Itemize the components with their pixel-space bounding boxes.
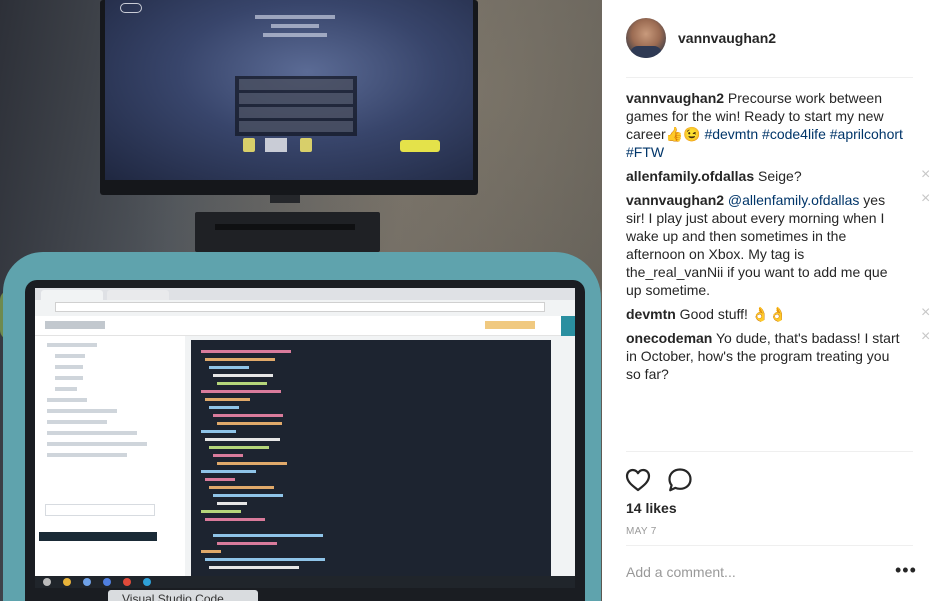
laptop-bezel bbox=[25, 280, 585, 601]
ellipsis-icon[interactable]: ••• bbox=[895, 561, 916, 581]
code-line bbox=[209, 446, 269, 449]
code-line bbox=[205, 438, 280, 441]
comment: allenfamily.ofdallas Seige? × bbox=[626, 167, 930, 185]
code-line bbox=[217, 382, 267, 385]
code-line bbox=[209, 566, 299, 569]
comment: devmtn Good stuff! 👌👌 × bbox=[626, 305, 930, 323]
footer-divider bbox=[626, 545, 913, 546]
post-header: vannvaughan2 bbox=[602, 0, 937, 77]
code-line bbox=[213, 494, 283, 497]
hashtag[interactable]: #code4life bbox=[762, 126, 826, 142]
code-line bbox=[201, 430, 236, 433]
add-comment-input[interactable] bbox=[626, 563, 866, 581]
browser-tabs bbox=[35, 288, 575, 300]
site-button bbox=[485, 321, 535, 329]
code-line bbox=[201, 510, 241, 513]
comment-author[interactable]: devmtn bbox=[626, 306, 676, 322]
code-line bbox=[201, 550, 221, 553]
code-line bbox=[213, 454, 243, 457]
username[interactable]: vannvaughan2 bbox=[678, 30, 776, 46]
code-line bbox=[201, 350, 291, 353]
laptop-screen bbox=[35, 288, 575, 588]
browser-address-bar bbox=[55, 302, 545, 312]
code-line bbox=[217, 502, 247, 505]
comment-text: Seige? bbox=[754, 168, 802, 184]
comment-author[interactable]: allenfamily.ofdallas bbox=[626, 168, 754, 184]
speech-bubble-icon[interactable] bbox=[666, 466, 694, 494]
comment-author[interactable]: vannvaughan2 bbox=[626, 192, 724, 208]
caption: vannvaughan2 Precourse work between game… bbox=[626, 89, 913, 161]
comment: onecodeman Yo dude, that's badass! I sta… bbox=[626, 329, 930, 383]
laptop-taskbar bbox=[35, 576, 575, 588]
tv-stand bbox=[270, 195, 300, 203]
avatar[interactable] bbox=[626, 18, 666, 58]
comment-author[interactable]: onecodeman bbox=[626, 330, 712, 346]
code-line bbox=[217, 542, 277, 545]
post-panel: vannvaughan2 vannvaughan2 Precourse work… bbox=[602, 0, 937, 601]
code-line bbox=[205, 358, 275, 361]
hashtag[interactable]: #devmtn bbox=[704, 126, 758, 142]
site-badge bbox=[561, 316, 575, 336]
comment-mention[interactable]: @allenfamily.ofdallas bbox=[728, 192, 859, 208]
tv-icon bbox=[400, 140, 440, 152]
code-line bbox=[217, 422, 282, 425]
close-icon[interactable]: × bbox=[921, 167, 937, 183]
tv-cabinet bbox=[195, 212, 380, 252]
comment-list: vannvaughan2 Precourse work between game… bbox=[626, 89, 930, 389]
code-line bbox=[217, 462, 287, 465]
tv-hud bbox=[255, 10, 335, 40]
site-header bbox=[35, 316, 575, 336]
code-line bbox=[213, 374, 273, 377]
tv-icon bbox=[243, 138, 255, 152]
code-editor bbox=[191, 340, 551, 576]
like-count[interactable]: 14 likes bbox=[626, 500, 677, 516]
code-line bbox=[205, 478, 235, 481]
code-line bbox=[209, 406, 239, 409]
post-photo[interactable]: Visual Studio Code bbox=[0, 0, 602, 601]
laptop bbox=[3, 252, 601, 601]
hashtag[interactable]: #FTW bbox=[626, 144, 664, 160]
code-line bbox=[213, 414, 283, 417]
comment: vannvaughan2 @allenfamily.ofdallas yes s… bbox=[626, 191, 930, 299]
site-logo bbox=[45, 321, 105, 329]
close-icon[interactable]: × bbox=[921, 305, 937, 321]
code-line bbox=[201, 470, 256, 473]
taskbar-tooltip-label: Visual Studio Code bbox=[122, 592, 224, 601]
lesson-input bbox=[45, 504, 155, 516]
tv-back-glyph bbox=[120, 3, 142, 13]
code-line bbox=[209, 366, 249, 369]
code-line bbox=[205, 558, 325, 561]
post-date[interactable]: MAY 7 bbox=[626, 526, 657, 537]
caption-author[interactable]: vannvaughan2 bbox=[626, 90, 724, 106]
taskbar-tooltip: Visual Studio Code bbox=[108, 590, 258, 601]
code-line bbox=[209, 486, 274, 489]
comment-text: Good stuff! 👌👌 bbox=[675, 306, 787, 322]
hashtag[interactable]: #aprilcohort bbox=[830, 126, 903, 142]
code-line bbox=[201, 390, 281, 393]
tv-icon bbox=[265, 138, 287, 152]
heart-outline-icon[interactable] bbox=[624, 466, 652, 494]
comments-divider bbox=[626, 451, 913, 452]
code-line bbox=[213, 534, 323, 537]
code-line bbox=[205, 398, 250, 401]
code-line bbox=[205, 518, 265, 521]
lesson-sidebar bbox=[35, 336, 185, 576]
header-divider bbox=[626, 77, 913, 78]
tv bbox=[100, 0, 478, 195]
close-icon[interactable]: × bbox=[921, 191, 937, 207]
tv-icon bbox=[300, 138, 312, 152]
lesson-selection bbox=[39, 532, 157, 541]
tv-menu bbox=[235, 76, 357, 136]
close-icon[interactable]: × bbox=[921, 329, 937, 345]
tv-screen bbox=[105, 0, 473, 180]
